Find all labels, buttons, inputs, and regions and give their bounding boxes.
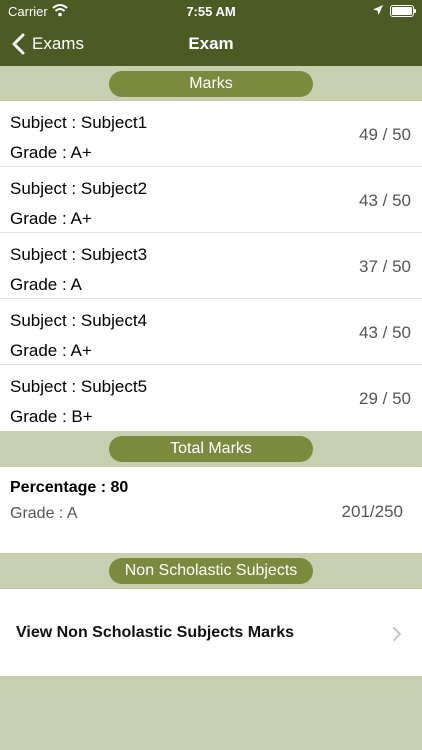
marks-list: Subject : Subject1 Grade : A+ 49 / 50 Su… xyxy=(0,101,422,431)
total-marks-card: Percentage : 80 Grade : A 201/250 xyxy=(0,467,422,553)
grade-label: Grade : A xyxy=(10,275,82,294)
navigation-bar: Exams Exam xyxy=(0,22,422,66)
grade-label: Grade : A+ xyxy=(10,341,92,360)
grade-label: Grade : B+ xyxy=(10,407,93,426)
chevron-right-icon xyxy=(393,627,401,641)
subject-label: Subject : Subject4 xyxy=(10,311,148,330)
status-time: 7:55 AM xyxy=(186,4,236,19)
status-bar: Carrier 7:55 AM xyxy=(0,0,422,22)
total-section-title: Total Marks xyxy=(109,436,313,462)
total-section-header: Total Marks xyxy=(0,431,422,467)
top-bar: Carrier 7:55 AM Exams Exam xyxy=(0,0,422,66)
total-grade-label: Grade : A xyxy=(10,505,78,522)
battery-icon xyxy=(390,5,416,17)
grade-label: Grade : A+ xyxy=(10,143,92,162)
percentage-label: Percentage : 80 xyxy=(10,479,129,496)
subject-label: Subject : Subject3 xyxy=(10,245,148,264)
score-value: 37 / 50 xyxy=(359,257,411,276)
marks-section-title: Marks xyxy=(109,71,313,97)
grade-label: Grade : A+ xyxy=(10,209,92,228)
score-value: 49 / 50 xyxy=(359,125,411,144)
score-value: 43 / 50 xyxy=(359,323,411,342)
marks-row: Subject : Subject2 Grade : A+ 43 / 50 xyxy=(0,167,422,233)
score-value: 29 / 50 xyxy=(359,389,411,408)
marks-row: Subject : Subject3 Grade : A 37 / 50 xyxy=(0,233,422,299)
subject-label: Subject : Subject1 xyxy=(10,113,148,132)
location-arrow-icon xyxy=(373,5,383,15)
view-non-scholastic-marks-row[interactable]: View Non Scholastic Subjects Marks xyxy=(0,589,422,676)
non-scholastic-section-header: Non Scholastic Subjects xyxy=(0,553,422,589)
marks-row: Subject : Subject5 Grade : B+ 29 / 50 xyxy=(0,365,422,431)
subject-label: Subject : Subject5 xyxy=(10,377,148,396)
total-score-value: 201/250 xyxy=(341,502,403,521)
view-non-scholastic-marks-label: View Non Scholastic Subjects Marks xyxy=(16,624,295,641)
score-value: 43 / 50 xyxy=(359,191,411,210)
subject-label: Subject : Subject2 xyxy=(10,179,148,198)
non-scholastic-section-title: Non Scholastic Subjects xyxy=(109,558,313,584)
marks-section-header: Marks xyxy=(0,66,422,102)
marks-row: Subject : Subject1 Grade : A+ 49 / 50 xyxy=(0,101,422,167)
page-title: Exam xyxy=(188,34,234,53)
marks-row: Subject : Subject4 Grade : A+ 43 / 50 xyxy=(0,299,422,365)
